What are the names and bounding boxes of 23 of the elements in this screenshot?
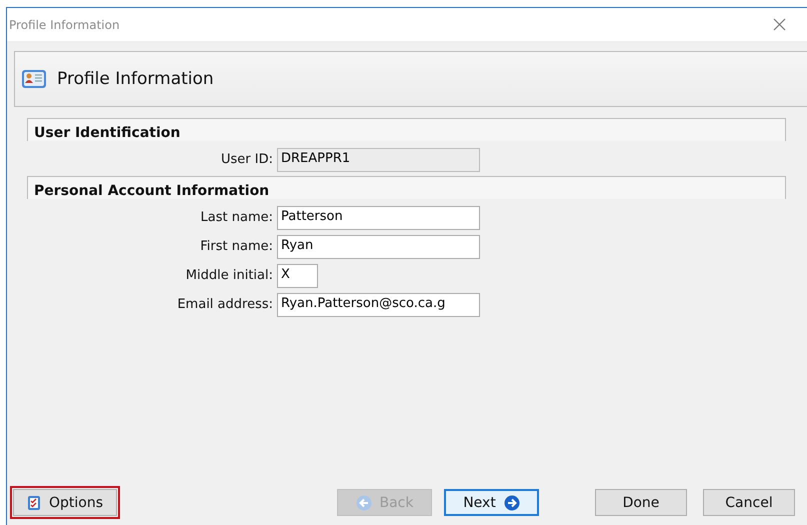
dialog-button[interactable]: Cancel <box>703 489 795 516</box>
input-field[interactable]: Ryan <box>277 234 480 258</box>
readonly-field: DREAPPR1 <box>277 148 480 172</box>
section-heading: User Identification <box>27 118 786 141</box>
input-field[interactable]: X <box>277 264 318 288</box>
input-field[interactable]: Patterson <box>277 206 480 230</box>
header-title: Profile Information <box>57 69 214 89</box>
id-card-icon <box>21 68 47 90</box>
window-title: Profile Information <box>9 18 120 32</box>
dialog-button[interactable]: Next <box>444 489 539 516</box>
close-icon[interactable] <box>773 18 786 31</box>
field-label: User ID: <box>220 152 273 167</box>
arrow-left-icon <box>356 494 372 510</box>
arrow-right-icon <box>504 494 520 510</box>
field-label: Middle initial: <box>184 268 273 283</box>
options-button[interactable]: Options <box>13 489 117 516</box>
field-label: First name: <box>199 239 273 254</box>
input-field[interactable]: Ryan.Patterson@sco.ca.g <box>277 292 480 316</box>
field-label: Email address: <box>176 297 273 312</box>
dialog-button[interactable]: Done <box>595 489 687 516</box>
section-heading: Personal Account Information <box>27 176 786 199</box>
field-label: Last name: <box>200 210 273 225</box>
checklist-icon <box>26 494 41 510</box>
